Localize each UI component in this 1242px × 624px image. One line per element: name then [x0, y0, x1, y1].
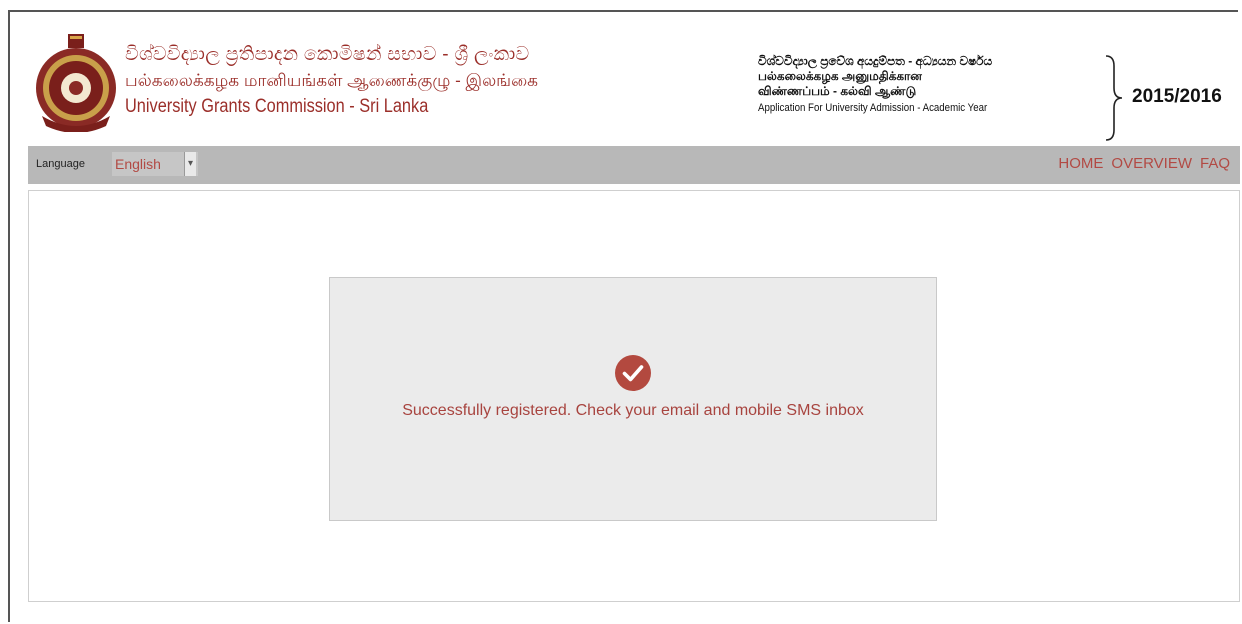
- nav-link-faq[interactable]: FAQ: [1200, 155, 1230, 172]
- main-content: Successfully registered. Check your emai…: [28, 190, 1240, 602]
- success-message: Successfully registered. Check your emai…: [402, 402, 864, 419]
- title-sinhala: විශ්වවිද්‍යාල ප්‍රතිපාදන කොමිෂන් සභාව - …: [125, 44, 530, 65]
- title-tamil: பல்கலைக்கழக மானியங்கள் ஆணைக்குழு - இலங்க…: [125, 71, 539, 90]
- ugc-emblem-icon: [36, 34, 116, 132]
- check-circle-icon: [615, 355, 651, 391]
- top-navbar: Language English ▾ HOME OVERVIEW FAQ: [28, 146, 1240, 184]
- academic-year: 2015/2016: [1132, 86, 1222, 107]
- application-title: විශ්වවිද්‍යාල ප්‍රවේශ අයදුම්පත - අධ්‍යයන…: [758, 54, 1018, 117]
- application-title-sinhala: විශ්වවිද්‍යාල ප්‍රවේශ අයදුම්පත - අධ්‍යයන…: [758, 54, 993, 68]
- nav-links: HOME OVERVIEW FAQ: [1058, 155, 1230, 172]
- page-header: විශ්වවිද්‍යාල ප්‍රතිපාදන කොමිෂන් සභාව - …: [10, 12, 1240, 144]
- nav-link-overview[interactable]: OVERVIEW: [1111, 155, 1192, 172]
- title-english: University Grants Commission - Sri Lanka: [125, 96, 429, 117]
- language-select[interactable]: English ▾: [112, 152, 198, 176]
- language-label: Language: [36, 158, 85, 170]
- institution-title: විශ්වවිද්‍යාල ප්‍රතිපාදන කොමිෂන් සභාව - …: [125, 42, 538, 120]
- language-selected-value: English: [115, 156, 161, 172]
- success-panel: Successfully registered. Check your emai…: [329, 277, 937, 521]
- application-title-english: Application For University Admission - A…: [758, 102, 988, 114]
- curly-brace-icon: [1105, 55, 1123, 141]
- nav-link-home[interactable]: HOME: [1058, 155, 1103, 172]
- application-title-tamil-line1: பல்கலைக்கழக அனுமதிக்கான: [758, 69, 922, 83]
- application-title-tamil-line2: விண்ணப்பம் - கல்வி ஆண்டு: [758, 84, 917, 98]
- chevron-down-icon[interactable]: ▾: [184, 152, 196, 176]
